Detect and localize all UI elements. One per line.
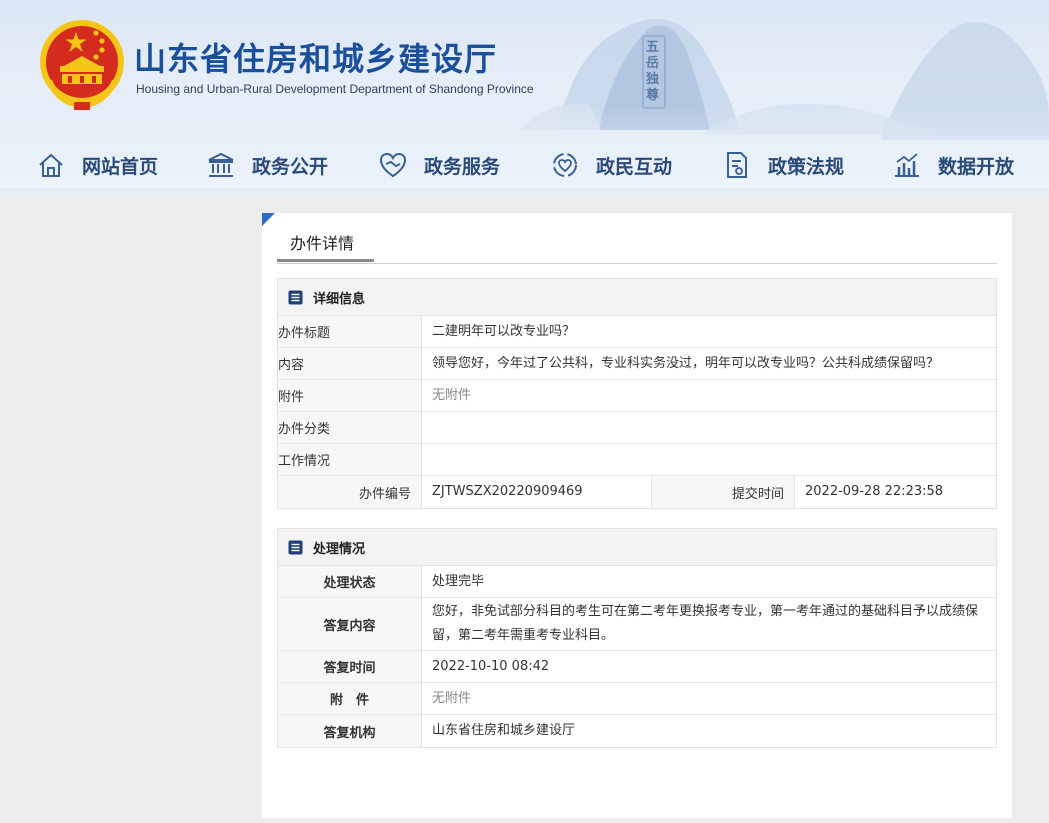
table-row: 办件标题 二建明年可以改专业吗？ bbox=[278, 316, 996, 348]
table-row: 内容 领导您好，今年过了公共科，专业科实务没过，明年可以改专业吗？公共科成绩保留… bbox=[278, 348, 996, 380]
field-value: 领导您好，今年过了公共科，专业科实务没过，明年可以改专业吗？公共科成绩保留吗？ bbox=[432, 355, 940, 371]
nav-item-policies-regulations[interactable]: 政策法规 bbox=[722, 140, 844, 190]
table-row: 办件分类 bbox=[278, 412, 996, 444]
field-label: 工作情况 bbox=[278, 444, 422, 475]
field-label: 处理状态 bbox=[278, 566, 422, 597]
field-value bbox=[422, 444, 996, 475]
site-subtitle: Housing and Urban-Rural Development Depa… bbox=[136, 82, 534, 96]
chart-icon bbox=[895, 153, 919, 177]
site-title: 山东省住房和城乡建设厅 bbox=[134, 40, 498, 78]
tab-case-details[interactable]: 办件详情 bbox=[277, 226, 374, 262]
table-row: 办件编号 ZJTWSZX20220909469 提交时间 2022-09-28 … bbox=[278, 476, 996, 508]
section-title: 详细信息 bbox=[313, 291, 366, 307]
site-header: 五岳独尊 山东省住房和城乡建设厅 Housing and Urban-Rural… bbox=[0, 0, 1049, 196]
nav-item-label: 网站首页 bbox=[82, 155, 159, 178]
field-value bbox=[422, 412, 996, 443]
mountain-inscription: 五岳独尊 bbox=[646, 40, 660, 103]
submit-time-value: 2022-09-28 22:23:58 bbox=[805, 484, 944, 499]
nav-item-government-affairs[interactable]: 政务公开 bbox=[206, 140, 328, 190]
nav-item-open-data[interactable]: 数据开放 bbox=[892, 140, 1014, 190]
detail-panel: 办件详情 详细信息 办件标题 二建明年可以改专业吗？ 内容 领导您好，今年过了公… bbox=[262, 213, 1012, 818]
table-row: 附件 无附件 bbox=[278, 380, 996, 412]
nav-item-government-services[interactable]: 政务服务 bbox=[378, 140, 500, 190]
corner-accent bbox=[262, 213, 275, 226]
table-row: 附 件 无附件 bbox=[278, 683, 996, 715]
section-title: 处理情况 bbox=[313, 541, 366, 557]
interaction-icon bbox=[553, 153, 577, 177]
nav-item-label: 政务服务 bbox=[424, 155, 501, 178]
section-header: 详细信息 bbox=[278, 279, 996, 316]
handshake-icon bbox=[379, 152, 407, 178]
section-header: 处理情况 bbox=[278, 529, 996, 566]
field-label: 答复内容 bbox=[278, 598, 422, 650]
field-label: 办件标题 bbox=[278, 316, 422, 347]
field-label: 附件 bbox=[278, 380, 422, 411]
home-icon bbox=[39, 153, 63, 177]
nav-item-label: 政务公开 bbox=[252, 155, 329, 178]
field-label: 答复时间 bbox=[278, 651, 422, 682]
panel-header: 办件详情 bbox=[277, 226, 997, 264]
case-number-value: ZJTWSZX20220909469 bbox=[432, 484, 583, 499]
status-value: 处理完毕 bbox=[432, 573, 485, 589]
table-row: 处理状态 处理完毕 bbox=[278, 566, 996, 598]
document-icon bbox=[727, 152, 747, 178]
nav-item-label: 政策法规 bbox=[768, 155, 845, 178]
field-label: 答复机构 bbox=[278, 715, 422, 747]
field-label: 提交时间 bbox=[651, 476, 795, 508]
reply-content-value: 您好，非免试部分科目的考生可在第二考年更换报考专业，第一考年通过的基础科目予以成… bbox=[432, 604, 979, 643]
table-row: 工作情况 bbox=[278, 444, 996, 476]
main-navigation: 网站首页 政务公开 政务服务 政民互动 政策法规 数据开放 bbox=[0, 140, 1049, 190]
field-label: 内容 bbox=[278, 348, 422, 379]
list-icon bbox=[288, 290, 303, 304]
nav-item-label: 政民互动 bbox=[596, 155, 673, 178]
nav-item-label: 数据开放 bbox=[938, 155, 1015, 178]
field-label: 办件编号 bbox=[278, 476, 422, 508]
field-value: 无附件 bbox=[432, 387, 472, 403]
table-row: 答复内容 您好，非免试部分科目的考生可在第二考年更换报考专业，第一考年通过的基础… bbox=[278, 598, 996, 651]
field-value: 二建明年可以改专业吗？ bbox=[432, 323, 576, 339]
field-label: 办件分类 bbox=[278, 412, 422, 443]
national-emblem-logo bbox=[40, 20, 124, 110]
reply-agency-value: 山东省住房和城乡建设厅 bbox=[432, 723, 576, 738]
table-row: 答复机构 山东省住房和城乡建设厅 bbox=[278, 715, 996, 747]
processing-section: 处理情况 处理状态 处理完毕 答复内容 您好，非免试部分科目的考生可在第二考年更… bbox=[277, 528, 997, 748]
attachment-value: 无附件 bbox=[432, 690, 472, 706]
list-icon bbox=[288, 540, 303, 554]
government-building-icon bbox=[208, 152, 234, 177]
detail-info-section: 详细信息 办件标题 二建明年可以改专业吗？ 内容 领导您好，今年过了公共科，专业… bbox=[277, 278, 997, 509]
reply-time-value: 2022-10-10 08:42 bbox=[432, 658, 550, 674]
nav-item-public-interaction[interactable]: 政民互动 bbox=[550, 140, 672, 190]
table-row: 答复时间 2022-10-10 08:42 bbox=[278, 651, 996, 683]
nav-item-home[interactable]: 网站首页 bbox=[36, 140, 158, 190]
field-label: 附 件 bbox=[278, 683, 422, 714]
